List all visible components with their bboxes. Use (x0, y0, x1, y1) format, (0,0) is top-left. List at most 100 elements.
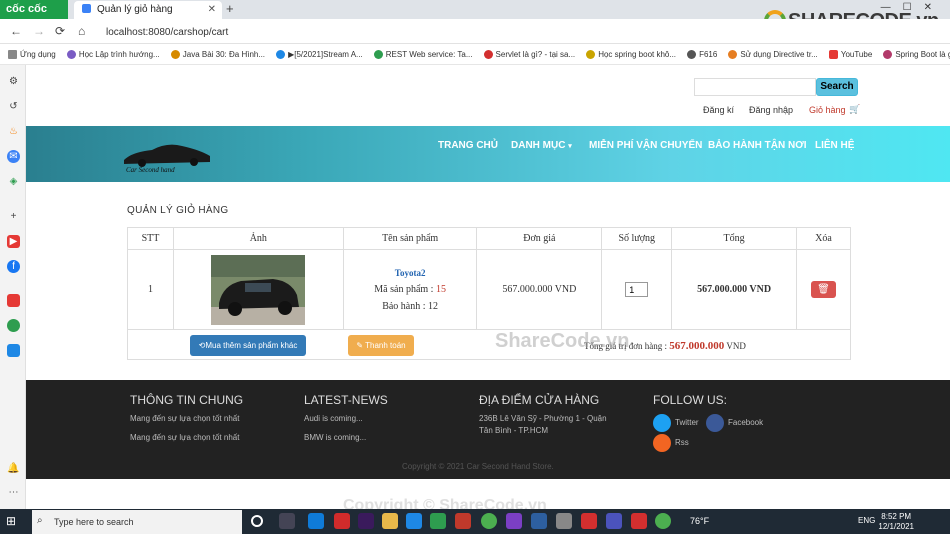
car-logo[interactable]: Car Second hand (122, 138, 212, 174)
quantity-input[interactable] (625, 282, 649, 297)
fire-icon[interactable]: ♨ (7, 125, 20, 138)
bookmark-favicon-icon (66, 50, 76, 59)
taskbar-search[interactable]: Type here to search (32, 510, 242, 534)
task-view-icon[interactable] (279, 513, 295, 529)
browser-brand-logo[interactable]: cốc cốc (0, 0, 68, 19)
bookmark-item[interactable]: Học Lập trình hướng... (66, 45, 160, 64)
bookmark-item[interactable]: Ứng dụng (8, 45, 56, 64)
nav-warranty[interactable]: BẢO HÀNH TẬN NƠI (708, 140, 807, 151)
app-icon[interactable] (455, 513, 471, 529)
back-icon[interactable]: ← (10, 24, 22, 38)
product-name[interactable]: Toyota2 (344, 268, 477, 278)
bookmark-item[interactable]: Servlet là gì? - tại sa... (483, 45, 575, 64)
facebook-link[interactable]: Facebook (706, 414, 763, 432)
product-code: 15 (435, 283, 446, 295)
apps-icon (8, 50, 17, 59)
youtube-icon[interactable]: ▶ (7, 235, 20, 248)
game-icon[interactable]: ◈ (7, 175, 20, 188)
edge-icon[interactable] (308, 513, 324, 529)
reload-icon[interactable]: ⟳ (55, 24, 65, 38)
row-total: 567.000.000 VND (671, 249, 797, 330)
app-icon[interactable] (631, 513, 647, 529)
search-icon: ⌕ (37, 515, 43, 526)
notification-bell-icon[interactable]: 🔔 (7, 462, 20, 475)
app-icon[interactable] (531, 513, 547, 529)
forward-icon[interactable]: → (33, 24, 45, 38)
app-icon[interactable] (556, 513, 572, 529)
cortana-icon[interactable] (251, 515, 263, 527)
browser-sidebar: ⚙ ↺ ♨ ✉ ◈ + ▶ f 🔔 ⋯ (0, 65, 26, 509)
more-icon[interactable]: ⋯ (7, 486, 20, 499)
col-total: Tổng (671, 227, 797, 250)
cart-table: STT Ảnh Tên sản phẩm Đơn giá Số lượng Tổ… (127, 227, 851, 330)
bookmark-item[interactable]: Spring Boot là gì? Ba... (883, 45, 950, 64)
caret-down-icon: ▾ (568, 143, 572, 150)
bookmark-favicon-icon (373, 50, 383, 59)
footer-address-line: 236B Lê Văn Sỹ - Phường 1 - Quận (479, 414, 607, 423)
spring-icon[interactable] (481, 513, 497, 529)
login-link[interactable]: Đăng nhập (749, 105, 793, 115)
continue-shopping-button[interactable]: ⟲Mua thêm sản phẩm khác (190, 335, 306, 356)
teams-icon[interactable] (606, 513, 622, 529)
url-field[interactable]: localhost:8080/carshop/cart (106, 27, 228, 38)
chat-icon[interactable] (7, 319, 20, 332)
nav-home[interactable]: TRANG CHỦ (438, 140, 498, 151)
app-icon[interactable] (334, 513, 350, 529)
footer-news-link[interactable]: Audi is coming... (304, 414, 363, 423)
checkout-button[interactable]: ✎ Thanh toán (348, 335, 414, 356)
row-stt: 1 (127, 249, 174, 330)
facebook-icon (706, 414, 724, 432)
home-icon[interactable]: ⌂ (78, 24, 85, 38)
register-link[interactable]: Đăng kí (703, 105, 734, 115)
messenger-icon[interactable]: ✉ (7, 150, 20, 163)
cart-icon[interactable]: 🛒 (849, 104, 860, 115)
bookmarks-bar: Ứng dụng Học Lập trình hướng... Java Bài… (0, 45, 950, 65)
file-explorer-icon[interactable] (382, 513, 398, 529)
bookmark-item[interactable]: ▶[5/2021]Stream A... (276, 45, 363, 64)
visual-studio-icon[interactable] (506, 513, 522, 529)
nav-free-shipping[interactable]: MIỄN PHÍ VẬN CHUYỂN (589, 140, 702, 151)
search-button[interactable]: Search (816, 78, 858, 96)
tab-close-icon[interactable]: ✕ (208, 1, 216, 18)
bookmark-item[interactable]: Sử dụng Directive tr... (728, 45, 818, 64)
app-icon[interactable] (581, 513, 597, 529)
bookmark-item[interactable]: F616 (687, 45, 717, 64)
weather-temp[interactable]: 76°F (690, 516, 709, 526)
footer-info-line: Mang đến sự lựa chọn tốt nhất (130, 433, 240, 442)
settings-icon[interactable]: ⚙ (7, 75, 20, 88)
facebook-icon[interactable]: f (7, 260, 20, 273)
tab-title: Quản lý giỏ hàng (97, 4, 173, 15)
windows-start-icon[interactable]: ⊞ (6, 514, 20, 528)
search-input[interactable] (694, 78, 816, 96)
vscode-icon[interactable] (406, 513, 422, 529)
cart-link[interactable]: Giỏ hàng (809, 105, 846, 115)
bookmark-item[interactable]: YouTube (828, 45, 872, 64)
promo-icon[interactable] (7, 294, 20, 307)
premiere-icon[interactable] (358, 513, 374, 529)
col-price: Đơn giá (476, 227, 603, 250)
bookmark-item[interactable]: Học spring boot khô... (586, 45, 676, 64)
browser-tab-active[interactable]: Quản lý giỏ hàng ✕ (74, 1, 222, 19)
language-indicator[interactable]: ENG (858, 516, 875, 525)
bookmark-favicon-icon (276, 50, 286, 59)
taskbar-clock[interactable]: 8:52 PM 12/1/2021 (878, 512, 914, 532)
history-icon[interactable]: ↺ (7, 100, 20, 113)
nav-category[interactable]: DANH MỤC ▾ (511, 140, 572, 151)
coccoc-icon[interactable] (430, 513, 446, 529)
col-image: Ảnh (172, 227, 344, 250)
product-warranty: Bảo hành : 12 (382, 300, 439, 312)
bookmark-item[interactable]: Java Bài 30: Đa Hình... (170, 45, 265, 64)
add-icon[interactable]: + (7, 210, 20, 223)
sale-icon[interactable] (7, 344, 20, 357)
nav-contact[interactable]: LIÊN HỆ (815, 140, 854, 151)
bookmark-favicon-icon (687, 50, 697, 59)
bookmark-item[interactable]: REST Web service: Ta... (373, 45, 472, 64)
new-tab-button[interactable]: + (226, 1, 234, 16)
chrome-icon[interactable] (655, 513, 671, 529)
footer-address-line: Tân Bình - TP.HCM (479, 426, 549, 435)
bookmark-favicon-icon (883, 50, 893, 59)
rss-link[interactable]: Rss (653, 434, 689, 452)
delete-button[interactable]: 🗑 (811, 281, 836, 298)
footer-news-link[interactable]: BMW is coming... (304, 433, 366, 442)
twitter-link[interactable]: Twitter (653, 414, 699, 432)
